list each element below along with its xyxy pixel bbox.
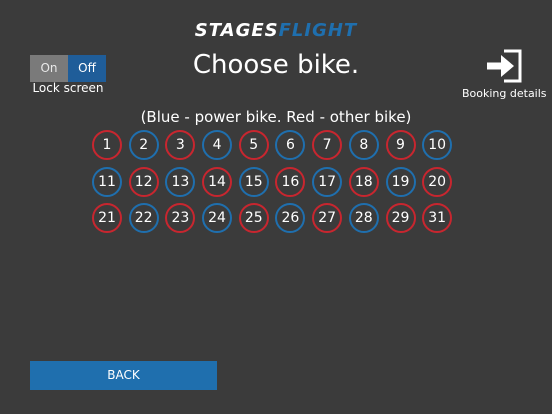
bike-button-12[interactable]: 12 xyxy=(128,166,159,197)
logo-stages-text: STAGES xyxy=(194,20,279,41)
bike-button-16[interactable]: 16 xyxy=(275,166,306,197)
bike-button-19[interactable]: 19 xyxy=(385,166,416,197)
bike-button-3[interactable]: 3 xyxy=(165,130,196,160)
bike-legend: (Blue - power bike. Red - other bike) xyxy=(140,108,412,126)
booking-details-label: Booking details xyxy=(462,87,547,100)
bike-button-22[interactable]: 22 xyxy=(128,203,159,234)
bike-button-17[interactable]: 17 xyxy=(312,166,343,197)
bike-button-21[interactable]: 21 xyxy=(92,203,122,234)
bike-button-20[interactable]: 20 xyxy=(422,166,453,197)
back-button[interactable]: BACK xyxy=(30,361,217,390)
bike-button-9[interactable]: 9 xyxy=(385,130,416,160)
bike-button-25[interactable]: 25 xyxy=(238,203,269,234)
bike-button-18[interactable]: 18 xyxy=(348,166,379,197)
bike-button-13[interactable]: 13 xyxy=(165,166,196,197)
bike-button-28[interactable]: 28 xyxy=(348,203,379,234)
bike-button-23[interactable]: 23 xyxy=(165,203,196,234)
bike-button-6[interactable]: 6 xyxy=(275,130,306,160)
lock-screen-label: Lock screen xyxy=(32,81,104,95)
bike-button-5[interactable]: 5 xyxy=(238,130,269,160)
logo-flight-text: FLIGHT xyxy=(278,20,358,41)
bike-button-29[interactable]: 29 xyxy=(385,203,416,234)
bike-button-7[interactable]: 7 xyxy=(312,130,343,160)
exit-door-arrow-icon xyxy=(462,48,546,84)
bike-button-10[interactable]: 10 xyxy=(422,130,453,160)
bike-button-27[interactable]: 27 xyxy=(312,203,343,234)
bike-button-2[interactable]: 2 xyxy=(128,130,159,160)
bike-button-4[interactable]: 4 xyxy=(202,130,233,160)
booking-details-button[interactable]: Booking details xyxy=(462,48,547,100)
stagesflight-logo: STAGESFLIGHT xyxy=(0,20,552,42)
bike-button-15[interactable]: 15 xyxy=(238,166,269,197)
bike-button-14[interactable]: 14 xyxy=(202,166,233,197)
bike-button-31[interactable]: 31 xyxy=(422,203,453,234)
bike-button-24[interactable]: 24 xyxy=(202,203,233,234)
bike-button-26[interactable]: 26 xyxy=(275,203,306,234)
bike-grid: 1 2 3 4 5 6 7 8 9 10 11 12 13 14 15 16 17 18 19 20 21 22 23 24 2… xyxy=(92,130,462,234)
bike-button-1[interactable]: 1 xyxy=(92,130,122,160)
bike-button-11[interactable]: 11 xyxy=(92,166,122,197)
bike-button-8[interactable]: 8 xyxy=(348,130,379,160)
